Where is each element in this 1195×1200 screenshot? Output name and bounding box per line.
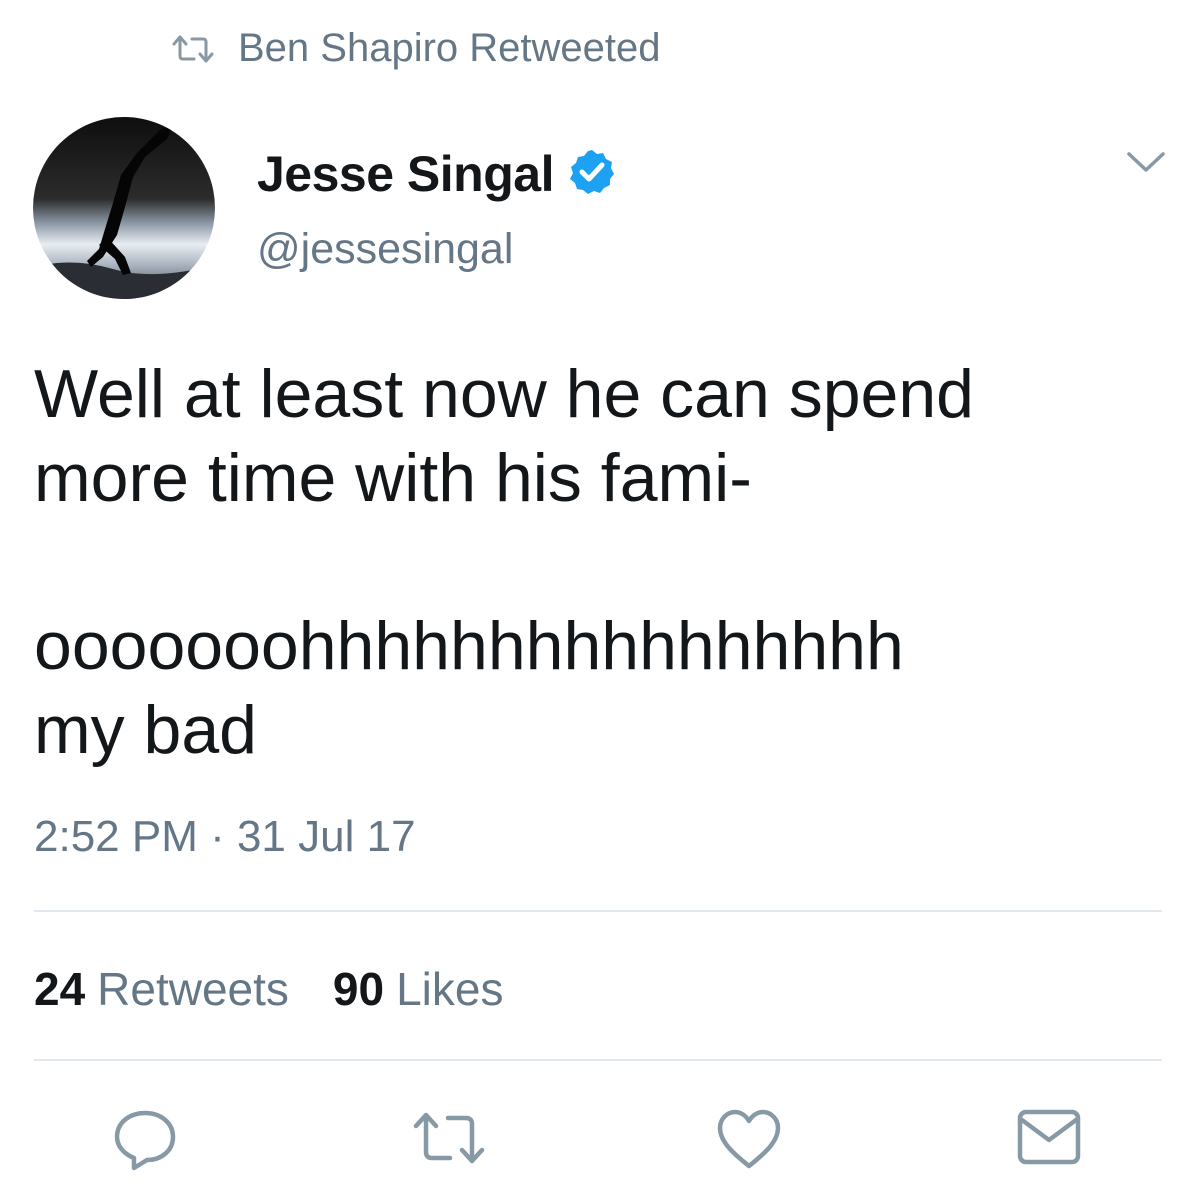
author-display-name[interactable]: Jesse Singal <box>257 145 554 203</box>
likes-label: Likes <box>396 963 504 1015</box>
likes-stat[interactable]: 90 Likes <box>333 962 504 1016</box>
divider <box>34 1059 1162 1061</box>
tweet-text: Well at least now he can spend more time… <box>34 356 974 768</box>
retweet-icon <box>170 34 216 64</box>
author-name-row[interactable]: Jesse Singal <box>257 145 616 203</box>
retweets-count: 24 <box>34 963 86 1015</box>
chevron-down-icon[interactable] <box>1126 150 1166 179</box>
like-icon[interactable] <box>716 1108 782 1175</box>
tweet-stats: 24 Retweets 90 Likes <box>34 962 503 1016</box>
verified-badge-icon <box>568 148 616 201</box>
direct-message-icon[interactable] <box>1016 1108 1082 1171</box>
social-context[interactable]: Ben Shapiro Retweeted <box>170 26 661 71</box>
social-context-text: Ben Shapiro Retweeted <box>238 26 661 70</box>
divider <box>34 910 1162 912</box>
tweet-timestamp[interactable]: 2:52 PM · 31 Jul 17 <box>34 812 416 862</box>
likes-count: 90 <box>332 963 385 1015</box>
retweets-stat[interactable]: 24 Retweets <box>34 962 289 1016</box>
avatar[interactable] <box>33 117 215 299</box>
reply-icon[interactable] <box>112 1108 178 1177</box>
retweets-label: Retweets <box>97 963 289 1015</box>
retweet-icon[interactable] <box>410 1108 488 1173</box>
author-handle[interactable]: @jessesingal <box>257 225 513 274</box>
